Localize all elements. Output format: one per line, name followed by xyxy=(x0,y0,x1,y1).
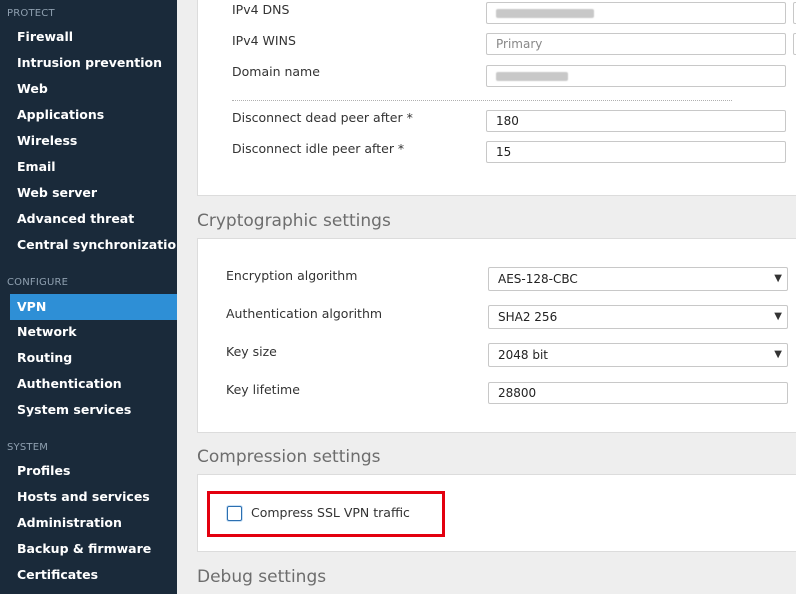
sidebar-item-network[interactable]: Network xyxy=(0,319,177,345)
sidebar-item-wireless[interactable]: Wireless xyxy=(0,128,177,154)
redacted-value xyxy=(496,72,568,81)
chevron-down-icon: ▼ xyxy=(774,349,782,360)
idle-peer-input[interactable]: 15 xyxy=(486,141,786,163)
sidebar-item-profiles[interactable]: Profiles xyxy=(0,458,177,484)
crypto-section-title: Cryptographic settings xyxy=(197,211,391,231)
dead-peer-label: Disconnect dead peer after * xyxy=(232,110,413,125)
authentication-algorithm-select[interactable]: SHA2 256 ▼ xyxy=(488,305,788,329)
sidebar-item-firewall[interactable]: Firewall xyxy=(0,24,177,50)
sidebar-item-administration[interactable]: Administration xyxy=(0,510,177,536)
ipv4-wins-label: IPv4 WINS xyxy=(232,33,296,48)
domain-name-label: Domain name xyxy=(232,64,320,79)
ipv4-dns-label: IPv4 DNS xyxy=(232,2,290,17)
sidebar-item-central-synchronization[interactable]: Central synchronization xyxy=(0,232,185,258)
compress-ssl-vpn-checkbox[interactable] xyxy=(227,506,242,521)
key-size-label: Key size xyxy=(226,344,277,359)
sidebar-item-advanced-threat[interactable]: Advanced threat xyxy=(0,206,177,232)
sidebar-item-email[interactable]: Email xyxy=(0,154,177,180)
sidebar-item-certificates[interactable]: Certificates xyxy=(0,562,177,588)
network-settings-panel: IPv4 DNS IPv4 WINS Primary Domain name D… xyxy=(197,0,796,196)
sidebar-section-configure: CONFIGURE xyxy=(7,277,69,288)
key-size-select[interactable]: 2048 bit ▼ xyxy=(488,343,788,367)
sidebar-item-web-server[interactable]: Web server xyxy=(0,180,177,206)
ipv4-wins-input[interactable]: Primary xyxy=(486,33,786,55)
ipv4-dns-input[interactable] xyxy=(486,2,786,24)
main-content: IPv4 DNS IPv4 WINS Primary Domain name D… xyxy=(177,0,796,594)
idle-peer-label: Disconnect idle peer after * xyxy=(232,141,405,156)
sidebar-section-system: SYSTEM xyxy=(7,442,49,453)
sidebar-item-routing[interactable]: Routing xyxy=(0,345,177,371)
sidebar-item-intrusion-prevention[interactable]: Intrusion prevention xyxy=(0,50,177,76)
dead-peer-input[interactable]: 180 xyxy=(486,110,786,132)
chevron-down-icon: ▼ xyxy=(774,273,782,284)
compress-ssl-vpn-label[interactable]: Compress SSL VPN traffic xyxy=(251,505,410,520)
sidebar-item-applications[interactable]: Applications xyxy=(0,102,177,128)
sidebar: PROTECT Firewall Intrusion prevention We… xyxy=(0,0,185,594)
compression-settings-panel: Compress SSL VPN traffic xyxy=(197,474,796,552)
sidebar-item-authentication[interactable]: Authentication xyxy=(0,371,177,397)
encryption-algorithm-value: AES-128-CBC xyxy=(498,272,578,286)
sidebar-section-protect: PROTECT xyxy=(7,8,55,19)
divider xyxy=(232,100,732,101)
key-lifetime-input[interactable]: 28800 xyxy=(488,382,788,404)
authentication-algorithm-value: SHA2 256 xyxy=(498,310,558,324)
sidebar-item-system-services[interactable]: System services xyxy=(0,397,177,423)
sidebar-item-vpn[interactable]: VPN xyxy=(10,294,177,320)
key-lifetime-label: Key lifetime xyxy=(226,382,300,397)
compression-section-title: Compression settings xyxy=(197,447,381,467)
crypto-settings-panel: Encryption algorithm AES-128-CBC ▼ Authe… xyxy=(197,238,796,433)
encryption-algorithm-select[interactable]: AES-128-CBC ▼ xyxy=(488,267,788,291)
domain-name-input[interactable] xyxy=(486,65,786,87)
sidebar-item-hosts-and-services[interactable]: Hosts and services xyxy=(0,484,177,510)
debug-section-title: Debug settings xyxy=(197,567,327,587)
key-size-value: 2048 bit xyxy=(498,348,549,362)
sidebar-item-web[interactable]: Web xyxy=(0,76,177,102)
authentication-algorithm-label: Authentication algorithm xyxy=(226,306,383,321)
sidebar-item-backup-firmware[interactable]: Backup & firmware xyxy=(0,536,177,562)
redacted-value xyxy=(496,9,594,18)
chevron-down-icon: ▼ xyxy=(774,311,782,322)
encryption-algorithm-label: Encryption algorithm xyxy=(226,268,358,283)
